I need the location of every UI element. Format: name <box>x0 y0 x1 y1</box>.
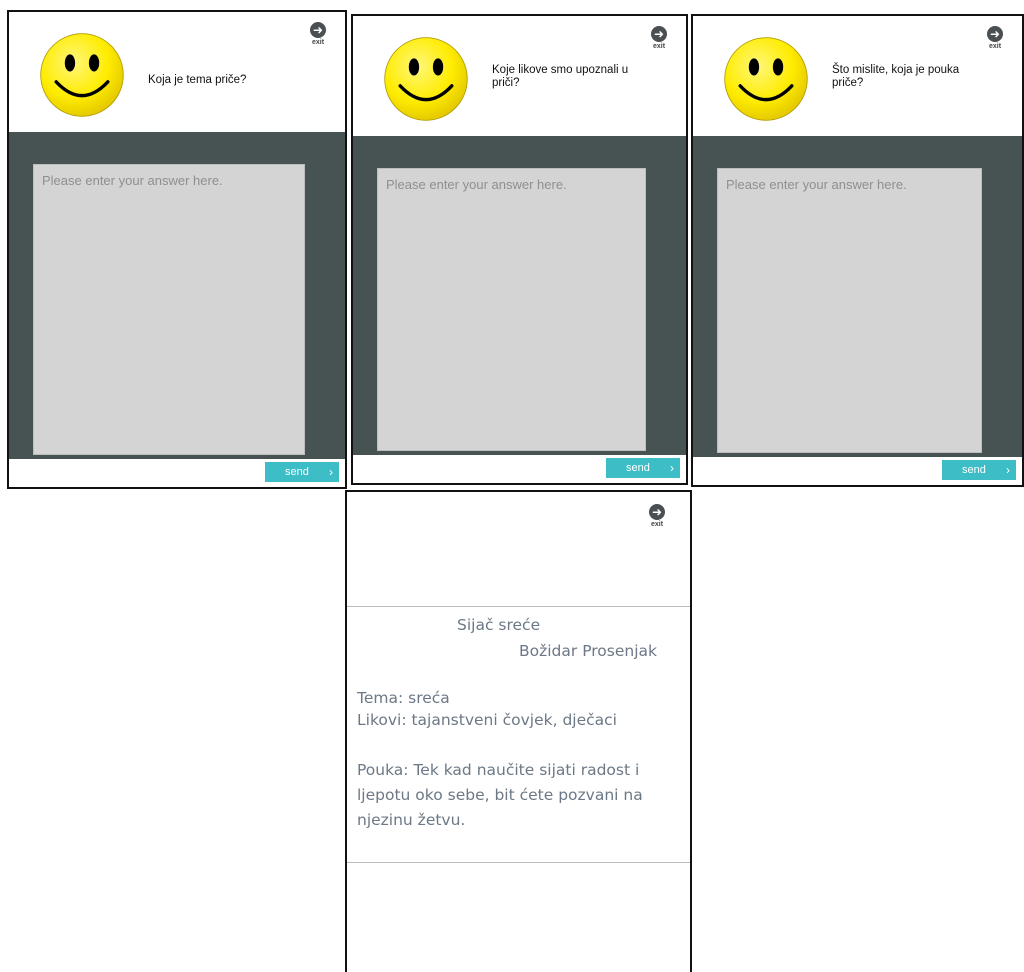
chevron-right-icon: › <box>670 461 674 475</box>
arrow-right-circle-icon: ➜ <box>649 504 665 520</box>
smiley-face-icon <box>40 33 124 117</box>
story-author: Božidar Prosenjak <box>519 642 658 660</box>
arrow-right-circle-icon: ➜ <box>651 26 667 42</box>
question-text: Koja je tema priče? <box>148 74 247 86</box>
exit-button[interactable]: ➜ exit <box>307 22 329 46</box>
question-footer: send › <box>693 457 1022 485</box>
question-footer: send › <box>353 455 686 483</box>
exit-button[interactable]: ➜ exit <box>646 504 668 528</box>
smiley-face-icon <box>724 37 808 121</box>
answer-input[interactable] <box>378 169 645 450</box>
send-label: send <box>285 466 309 478</box>
question-footer: send › <box>9 459 345 487</box>
divider <box>347 862 690 863</box>
answer-box <box>717 168 982 453</box>
question-screen-2: Koje likove smo upoznali u priči? ➜ exit… <box>351 14 688 485</box>
question-screen-1: Koja je tema priče? ➜ exit send › <box>7 10 347 489</box>
exit-label: exit <box>311 39 325 46</box>
answer-input[interactable] <box>718 169 981 452</box>
question-header: Što mislite, koja je pouka priče? ➜ exit <box>693 16 1022 136</box>
send-button[interactable]: send › <box>265 462 339 482</box>
send-label: send <box>962 464 986 476</box>
question-header: Koja je tema priče? ➜ exit <box>9 12 345 132</box>
chevron-right-icon: › <box>329 465 333 479</box>
arrow-right-circle-icon: ➜ <box>987 26 1003 42</box>
answer-input[interactable] <box>34 165 304 454</box>
send-label: send <box>626 462 650 474</box>
answer-area <box>353 136 686 455</box>
summary-moral: Pouka: Tek kad naučite sijati radost i l… <box>357 761 643 829</box>
chevron-right-icon: › <box>1006 463 1010 477</box>
send-button[interactable]: send › <box>942 460 1016 480</box>
story-title: Sijač sreće <box>457 616 541 634</box>
question-header: Koje likove smo upoznali u priči? ➜ exit <box>353 16 686 136</box>
exit-button[interactable]: ➜ exit <box>648 26 670 50</box>
answer-area <box>693 136 1022 457</box>
exit-label: exit <box>652 43 666 50</box>
exit-label: exit <box>988 43 1002 50</box>
send-button[interactable]: send › <box>606 458 680 478</box>
question-screen-3: Što mislite, koja je pouka priče? ➜ exit… <box>691 14 1024 487</box>
divider <box>347 606 690 607</box>
answer-box <box>33 164 305 455</box>
smiley-face-icon <box>384 37 468 121</box>
question-text: Što mislite, koja je pouka priče? <box>832 64 960 89</box>
exit-button[interactable]: ➜ exit <box>984 26 1006 50</box>
question-text: Koje likove smo upoznali u priči? <box>492 64 629 89</box>
answer-box <box>377 168 646 451</box>
answer-area <box>9 132 345 459</box>
summary-screen: ➜ exit Sijač sreće Božidar Prosenjak Tem… <box>345 490 692 972</box>
exit-label: exit <box>650 521 664 528</box>
summary-characters: Likovi: tajanstveni čovjek, dječaci <box>357 711 617 729</box>
summary-theme: Tema: sreća <box>357 689 450 707</box>
arrow-right-circle-icon: ➜ <box>310 22 326 38</box>
